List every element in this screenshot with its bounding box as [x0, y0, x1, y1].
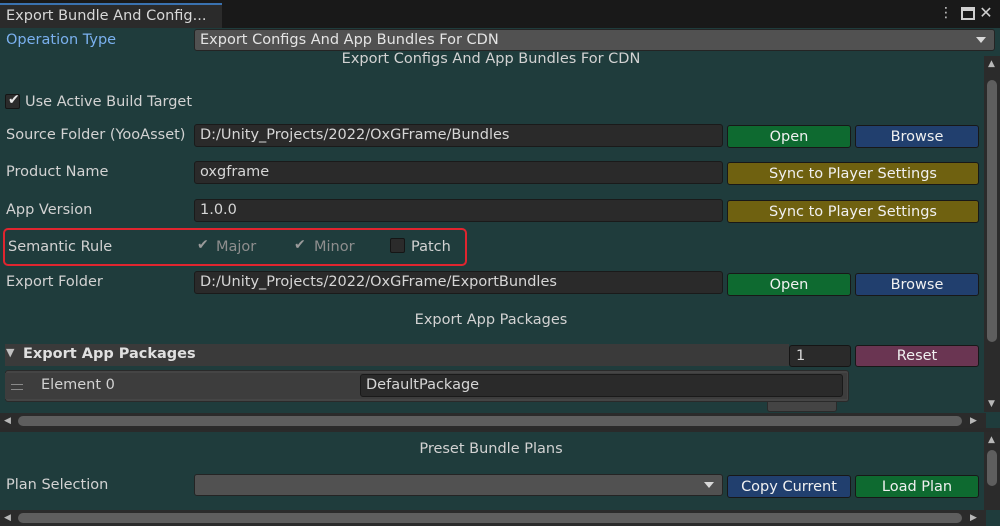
export-folder-open-button[interactable]: Open [727, 273, 851, 296]
upper-vertical-scrollbar[interactable]: ▲ ▼ [984, 56, 1000, 412]
export-app-packages-foldout-label: Export App Packages [23, 346, 196, 362]
scroll-right-icon[interactable]: ▶ [970, 413, 977, 429]
list-item[interactable]: Element 0 DefaultPackage [5, 373, 847, 399]
preset-bundle-plans-title: Preset Bundle Plans [419, 441, 563, 457]
use-active-build-target-checkbox[interactable]: ✔ [5, 92, 20, 109]
window-tab-bar: Export Bundle And Config... ⋮ ✕ [0, 0, 1000, 28]
list-footer [767, 402, 837, 412]
product-name-sync-button[interactable]: Sync to Player Settings [727, 162, 979, 185]
scroll-left-icon[interactable]: ◀ [4, 510, 11, 526]
scroll-down-icon[interactable]: ▼ [988, 396, 995, 412]
scrollbar-thumb[interactable] [18, 513, 962, 523]
plan-selection-dropdown[interactable] [194, 474, 723, 496]
product-name-field[interactable]: oxgframe [194, 161, 723, 184]
scroll-left-icon[interactable]: ◀ [4, 413, 11, 429]
upper-horizontal-scrollbar[interactable]: ◀ ▶ [0, 413, 986, 429]
scroll-right-icon[interactable]: ▶ [970, 510, 977, 526]
source-folder-browse-button[interactable]: Browse [855, 125, 979, 148]
chevron-down-icon [704, 482, 714, 488]
kebab-menu-icon[interactable]: ⋮ [938, 5, 954, 21]
maximize-icon[interactable] [961, 7, 975, 20]
scrollbar-thumb[interactable] [987, 450, 997, 486]
drag-handle-icon[interactable] [11, 384, 23, 390]
element-value-field[interactable]: DefaultPackage [360, 374, 843, 397]
patch-label: Patch [411, 239, 451, 255]
check-icon: ✔ [294, 237, 306, 253]
export-folder-browse-button[interactable]: Browse [855, 273, 979, 296]
export-folder-label: Export Folder [6, 274, 103, 290]
source-folder-label: Source Folder (YooAsset) [6, 127, 186, 143]
operation-type-value: Export Configs And App Bundles For CDN [200, 32, 499, 48]
patch-checkbox[interactable] [390, 238, 405, 253]
export-folder-field[interactable]: D:/Unity_Projects/2022/OxGFrame/ExportBu… [194, 271, 723, 294]
app-version-field[interactable]: 1.0.0 [194, 199, 723, 222]
app-version-label: App Version [6, 202, 93, 218]
app-version-sync-button[interactable]: Sync to Player Settings [727, 200, 979, 223]
semantic-rule-label: Semantic Rule [8, 239, 113, 255]
source-folder-field[interactable]: D:/Unity_Projects/2022/OxGFrame/Bundles [194, 124, 723, 147]
plan-selection-label: Plan Selection [6, 477, 109, 493]
minor-label: Minor [314, 239, 355, 255]
operation-section-title: Export Configs And App Bundles For CDN [341, 51, 641, 67]
export-app-packages-foldout[interactable]: ▼ Export App Packages [5, 344, 789, 366]
scroll-up-icon[interactable]: ▲ [988, 432, 995, 448]
scrollbar-thumb[interactable] [18, 416, 962, 426]
lower-horizontal-scrollbar[interactable]: ◀ ▶ [0, 510, 986, 526]
major-checkbox: ✔ [194, 237, 209, 254]
load-plan-button[interactable]: Load Plan [855, 475, 979, 498]
check-icon: ✔ [197, 237, 209, 253]
check-icon: ✔ [8, 92, 20, 108]
scrollbar-thumb[interactable] [987, 80, 997, 342]
operation-type-dropdown[interactable]: Export Configs And App Bundles For CDN [194, 29, 995, 51]
copy-current-button[interactable]: Copy Current [727, 475, 851, 498]
foldout-arrow-icon: ▼ [6, 346, 15, 359]
product-name-label: Product Name [6, 164, 109, 180]
use-active-build-target-label: Use Active Build Target [25, 94, 193, 110]
minor-checkbox: ✔ [291, 237, 306, 254]
scroll-up-icon[interactable]: ▲ [988, 56, 995, 72]
reset-button[interactable]: Reset [855, 345, 979, 367]
packages-count-field[interactable]: 1 [789, 345, 851, 367]
window-tab[interactable]: Export Bundle And Config... [0, 3, 222, 28]
source-folder-open-button[interactable]: Open [727, 125, 851, 148]
element-label: Element 0 [41, 377, 115, 393]
export-app-packages-title: Export App Packages [414, 312, 568, 328]
chevron-down-icon [976, 37, 986, 43]
lower-vertical-scrollbar[interactable]: ▲ [984, 432, 1000, 510]
major-label: Major [216, 239, 257, 255]
close-icon[interactable]: ✕ [978, 5, 994, 21]
operation-type-label: Operation Type [6, 32, 117, 48]
